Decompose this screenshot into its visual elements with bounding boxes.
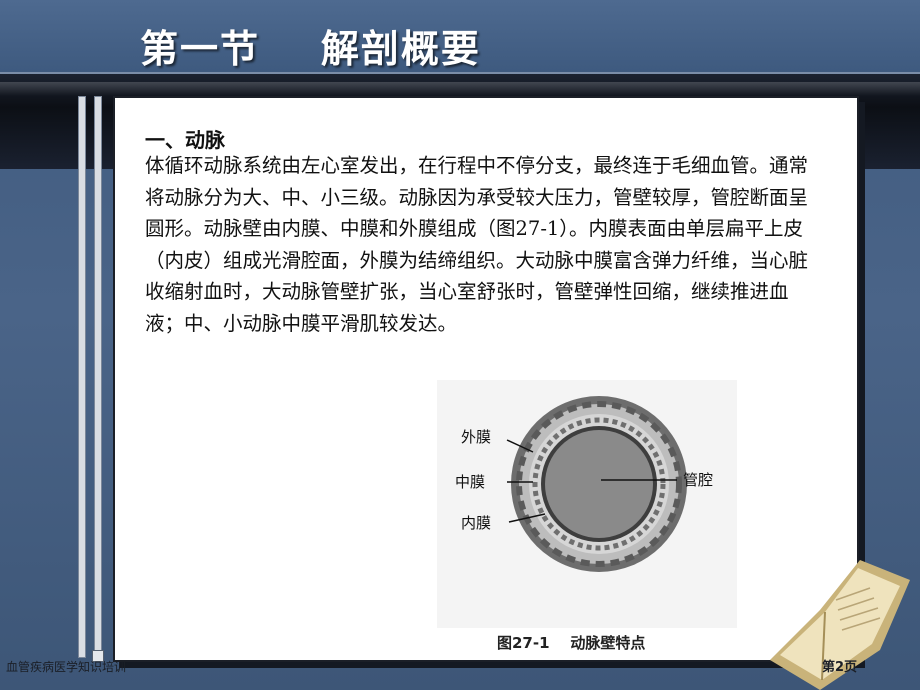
label-lumen: 管腔 xyxy=(683,471,713,489)
band-highlight xyxy=(0,82,920,96)
slide-title: 第一节 解剖概要 xyxy=(140,27,481,71)
lumen xyxy=(545,430,653,538)
decorative-rail-right xyxy=(94,96,102,658)
label-middle: 中膜 xyxy=(455,473,485,491)
decorative-rail-left xyxy=(78,96,86,658)
artery-wall-diagram: 外膜 中膜 内膜 管腔 xyxy=(437,380,737,628)
figure-caption: 图27-1 动脉壁特点 xyxy=(497,634,646,652)
page-number: 第2页 xyxy=(822,660,858,675)
footer-title: 血管疾病医学知识培训 xyxy=(6,660,127,674)
body-paragraph: 体循环动脉系统由左心室发出，在行程中不停分支，最终连于毛细血管。通常将动脉分为大… xyxy=(145,154,809,335)
content-card: 一、动脉 体循环动脉系统由左心室发出，在行程中不停分支，最终连于毛细血管。通常将… xyxy=(113,96,859,662)
section-heading: 一、动脉 xyxy=(145,128,225,152)
label-inner: 内膜 xyxy=(461,514,491,532)
label-outer: 外膜 xyxy=(461,428,491,446)
